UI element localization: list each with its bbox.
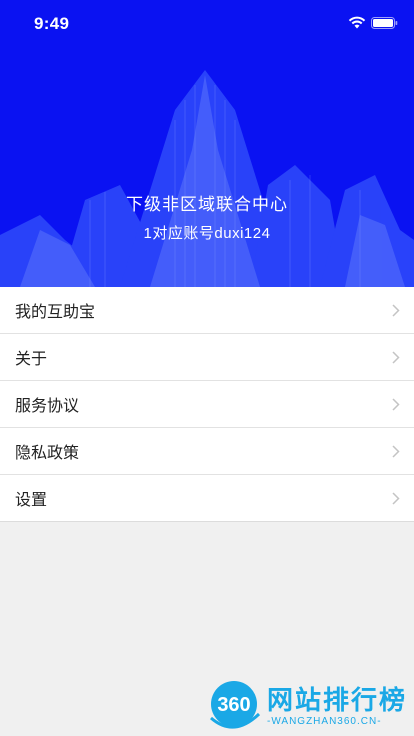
settings-menu: 我的互助宝 关于 服务协议 隐私政策 设置 xyxy=(0,287,414,522)
menu-item-label: 我的互助宝 xyxy=(15,304,96,321)
menu-item-label: 设置 xyxy=(15,492,48,509)
watermark-logo: 360 xyxy=(210,681,261,729)
battery-icon xyxy=(371,17,398,29)
watermark-title: 网站排行榜 xyxy=(267,685,408,715)
menu-item-settings[interactable]: 设置 xyxy=(0,475,414,521)
chevron-right-icon xyxy=(392,304,400,317)
menu-item-about[interactable]: 关于 xyxy=(0,334,414,381)
chevron-right-icon xyxy=(392,398,400,411)
chevron-right-icon xyxy=(392,351,400,364)
menu-item-label: 关于 xyxy=(15,351,48,368)
menu-item-service-agreement[interactable]: 服务协议 xyxy=(0,381,414,428)
organization-name: 下级非区域联合中心 xyxy=(126,195,288,214)
chevron-right-icon xyxy=(392,492,400,505)
watermark-logo-text: 360 xyxy=(217,694,250,716)
menu-item-label: 隐私政策 xyxy=(15,445,80,462)
chevron-right-icon xyxy=(392,445,400,458)
menu-item-privacy-policy[interactable]: 隐私政策 xyxy=(0,428,414,475)
menu-item-label: 服务协议 xyxy=(15,398,80,415)
status-time: 9:49 xyxy=(34,14,70,33)
profile-header: 9:49 下级非区域联合中心 1对应账号duxi124 xyxy=(0,0,414,287)
status-bar: 9:49 xyxy=(0,0,414,44)
account-line: 1对应账号duxi124 xyxy=(143,225,271,242)
wifi-icon xyxy=(348,16,366,29)
watermark: 360 网站排行榜 -WANGZHAN360.CN- xyxy=(205,676,414,736)
watermark-subtitle: -WANGZHAN360.CN- xyxy=(267,716,382,727)
menu-item-my-huzhubao[interactable]: 我的互助宝 xyxy=(0,287,414,334)
